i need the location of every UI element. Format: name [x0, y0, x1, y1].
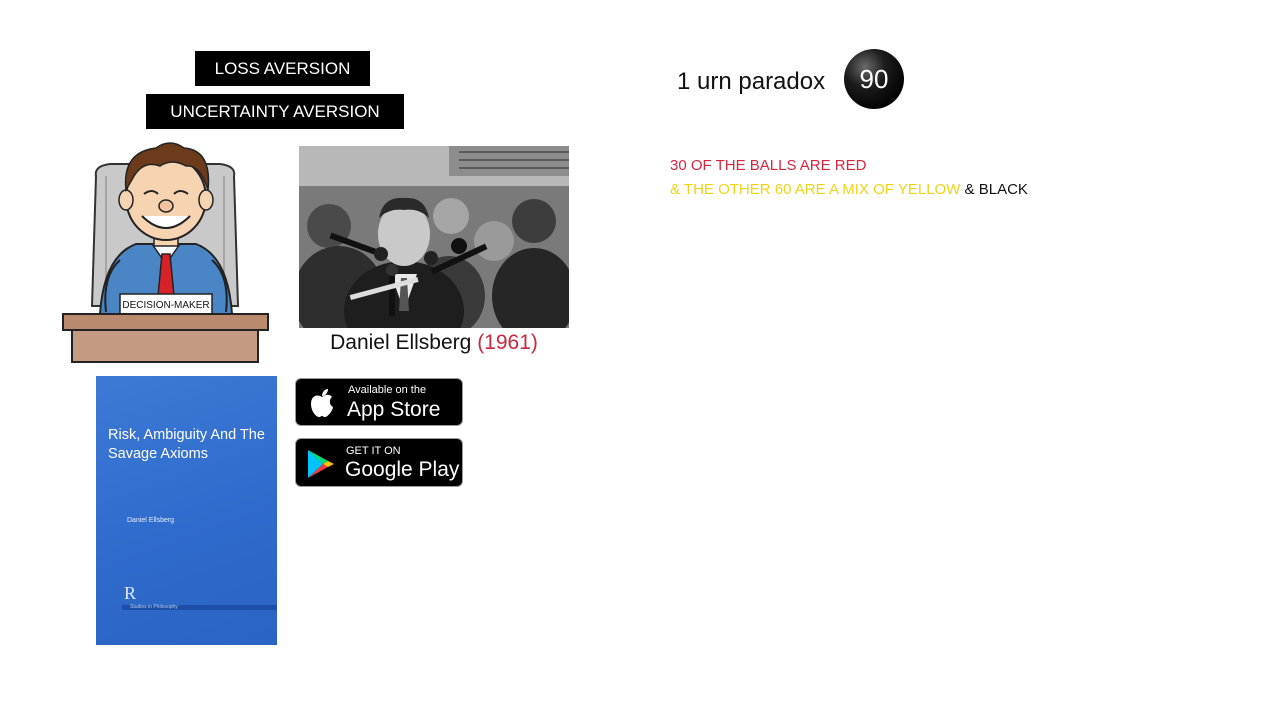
apple-icon	[311, 389, 333, 417]
uncertainty-aversion-text: UNCERTAINTY AVERSION	[170, 101, 380, 121]
book-cover: Risk, Ambiguity And The Savage Axioms Da…	[96, 376, 277, 645]
loss-aversion-label: LOSS AVERSION	[195, 51, 370, 86]
app-store-small-text: Available on the	[348, 384, 427, 396]
book-author: Daniel Ellsberg	[127, 517, 175, 524]
google-play-big-text: Google Play	[345, 458, 460, 481]
nameplate-text: DECISION-MAKER	[122, 300, 209, 311]
yellow-mix-text: & THE OTHER 60 ARE A MIX OF YELLOW	[670, 181, 961, 198]
caption-year: (1961)	[477, 331, 538, 354]
google-play-small-text: GET IT ON	[346, 445, 401, 457]
app-store-badge[interactable]: Available on the App Store	[295, 378, 463, 426]
red-balls-line: 30 OF THE BALLS ARE RED	[670, 157, 867, 174]
app-store-big-text: App Store	[347, 398, 441, 421]
ball-90-icon: 90	[844, 49, 904, 109]
other-balls-line: & THE OTHER 60 ARE A MIX OF YELLOW & BLA…	[670, 181, 1028, 198]
google-play-badge[interactable]: GET IT ON Google Play	[295, 438, 463, 487]
uncertainty-aversion-label: UNCERTAINTY AVERSION	[146, 94, 404, 129]
ellsberg-photo	[299, 146, 569, 328]
caption-name: Daniel Ellsberg	[330, 331, 472, 354]
ball-number: 90	[860, 64, 889, 94]
book-series: Studies in Philosophy	[130, 604, 178, 610]
publisher-logo: R	[124, 583, 137, 603]
book-title: Risk, Ambiguity And The Savage Axioms	[108, 427, 265, 462]
photo-caption: Daniel Ellsberg (1961)	[299, 331, 569, 355]
loss-aversion-text: LOSS AVERSION	[214, 58, 351, 78]
decision-maker-cartoon: DECISION-MAKER	[62, 142, 269, 363]
google-play-icon	[308, 450, 334, 478]
urn-paradox-title: 1 urn paradox	[677, 68, 826, 95]
black-text: & BLACK	[964, 181, 1028, 198]
